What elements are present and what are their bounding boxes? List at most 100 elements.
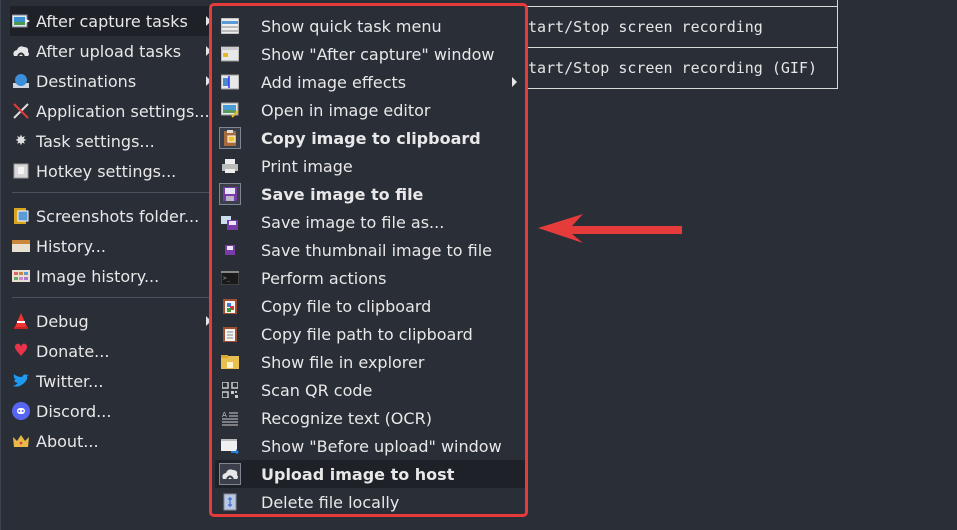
menu-item-discord[interactable]: Discord... xyxy=(10,396,215,426)
submenu-item-label: Copy file path to clipboard xyxy=(261,324,473,344)
menu-item-label: Destinations xyxy=(36,71,137,91)
menu-item-label: Debug xyxy=(36,311,89,331)
ocr-text-icon: A xyxy=(220,408,240,428)
submenu-item-save-image-to-file[interactable]: Save image to file xyxy=(215,180,525,208)
delete-file-icon xyxy=(220,492,240,512)
menu-item-about[interactable]: About... xyxy=(10,426,215,456)
submenu-item-label: Delete file locally xyxy=(261,492,400,512)
submenu-item-perform-actions[interactable]: >_ Perform actions xyxy=(215,264,525,292)
submenu-item-label: Scan QR code xyxy=(261,380,373,400)
menu-separator xyxy=(12,297,210,298)
submenu-item-recognize-text-ocr[interactable]: A Recognize text (OCR) xyxy=(215,404,525,432)
menu-item-label: Application settings... xyxy=(36,101,210,121)
submenu-item-label: Show file in explorer xyxy=(261,352,425,372)
floppy-disk-icon xyxy=(219,183,241,205)
submenu-item-label: Copy image to clipboard xyxy=(261,128,481,148)
submenu-item-label: Save thumbnail image to file xyxy=(261,240,493,260)
submenu-item-upload-image-to-host[interactable]: Upload image to host xyxy=(215,460,525,488)
qr-code-icon xyxy=(220,380,240,400)
submenu-item-label: Recognize text (OCR) xyxy=(261,408,432,428)
submenu-item-show-file-in-explorer[interactable]: Show file in explorer xyxy=(215,348,525,376)
keyboard-key-icon xyxy=(12,162,30,180)
submenu-item-label: Show "Before upload" window xyxy=(261,436,502,456)
menu-item-label: Donate... xyxy=(36,341,110,361)
menu-item-twitter[interactable]: Twitter... xyxy=(10,366,215,396)
submenu-item-label: Save image to file xyxy=(261,184,424,204)
image-arrow-icon xyxy=(12,12,30,30)
window-icon xyxy=(220,44,240,64)
submenu-item-label: Print image xyxy=(261,156,353,176)
image-history-icon xyxy=(12,267,30,285)
submenu-item-copy-image-to-clipboard[interactable]: Copy image to clipboard xyxy=(215,124,525,152)
image-effects-icon xyxy=(220,72,240,92)
traffic-cone-icon xyxy=(12,312,30,330)
submenu-item-label: Perform actions xyxy=(261,268,387,288)
menu-item-label: Task settings... xyxy=(36,131,155,151)
save-as-icon xyxy=(220,212,240,232)
twitter-bird-icon xyxy=(12,372,30,390)
menu-item-screenshots-folder[interactable]: Screenshots folder... xyxy=(10,201,215,231)
menu-item-label: After upload tasks xyxy=(36,41,182,61)
menu-item-hotkey-settings[interactable]: Hotkey settings... xyxy=(10,156,215,186)
svg-text:A: A xyxy=(222,411,227,419)
clipboard-image-icon xyxy=(219,127,241,149)
menu-item-task-settings[interactable]: ✸ Task settings... xyxy=(10,126,215,156)
annotation-arrow-icon xyxy=(538,214,682,243)
submenu-item-label: Show quick task menu xyxy=(261,16,442,36)
clipboard-list-icon xyxy=(220,324,240,344)
folder-open-icon xyxy=(220,352,240,372)
cloud-upload-icon xyxy=(219,463,241,485)
menu-item-label: Screenshots folder... xyxy=(36,206,200,226)
menu-item-application-settings[interactable]: Application settings... xyxy=(10,96,215,126)
heart-icon: ♥ xyxy=(13,341,29,361)
list-window-icon xyxy=(220,16,240,36)
menu-item-debug[interactable]: Debug xyxy=(10,306,215,336)
menu-item-after-capture-tasks[interactable]: After capture tasks xyxy=(10,6,215,36)
table-row[interactable]: Start/Stop screen recording xyxy=(515,7,837,48)
chevron-right-icon xyxy=(512,77,517,87)
menu-item-label: Image history... xyxy=(36,266,160,286)
table-row[interactable] xyxy=(515,0,837,7)
after-capture-tasks-submenu: Show quick task menu Show "After capture… xyxy=(209,3,528,517)
hotkey-table: Start/Stop screen recording Start/Stop s… xyxy=(515,0,838,89)
submenu-item-save-image-to-file-as[interactable]: Save image to file as... xyxy=(215,208,525,236)
menu-item-history[interactable]: History... xyxy=(10,231,215,261)
menu-item-label: Discord... xyxy=(36,401,112,421)
menu-item-image-history[interactable]: Image history... xyxy=(10,261,215,291)
submenu-item-show-after-capture-window[interactable]: Show "After capture" window xyxy=(215,40,525,68)
svg-text:>_: >_ xyxy=(223,275,231,282)
history-icon xyxy=(12,237,30,255)
tray-context-menu: After capture tasks After upload tasks D… xyxy=(0,0,215,530)
submenu-item-copy-file-path-to-clipboard[interactable]: Copy file path to clipboard xyxy=(215,320,525,348)
discord-icon xyxy=(12,402,30,420)
submenu-item-show-before-upload-window[interactable]: Show "Before upload" window xyxy=(215,432,525,460)
cloud-upload-icon xyxy=(12,42,30,60)
submenu-item-scan-qr-code[interactable]: Scan QR code xyxy=(215,376,525,404)
menu-item-destinations[interactable]: Destinations xyxy=(10,66,215,96)
menu-item-label: Hotkey settings... xyxy=(36,161,177,181)
menu-item-label: Twitter... xyxy=(36,371,104,391)
submenu-item-label: Show "After capture" window xyxy=(261,44,495,64)
terminal-icon: >_ xyxy=(220,268,240,288)
menu-item-label: About... xyxy=(36,431,99,451)
gear-icon: ✸ xyxy=(15,133,27,149)
globe-drive-icon xyxy=(12,72,30,90)
submenu-item-label: Open in image editor xyxy=(261,100,431,120)
submenu-item-open-in-image-editor[interactable]: Open in image editor xyxy=(215,96,525,124)
submenu-item-label: Add image effects xyxy=(261,72,407,92)
submenu-item-delete-file-locally[interactable]: Delete file locally xyxy=(215,488,525,516)
submenu-item-label: Copy file to clipboard xyxy=(261,296,432,316)
menu-item-donate[interactable]: ♥ Donate... xyxy=(10,336,215,366)
menu-separator xyxy=(12,192,210,193)
submenu-item-add-image-effects[interactable]: Add image effects xyxy=(215,68,525,96)
table-row[interactable]: Start/Stop screen recording (GIF) xyxy=(515,48,837,89)
submenu-item-print-image[interactable]: Print image xyxy=(215,152,525,180)
submenu-item-copy-file-to-clipboard[interactable]: Copy file to clipboard xyxy=(215,292,525,320)
menu-item-after-upload-tasks[interactable]: After upload tasks xyxy=(10,36,215,66)
submenu-item-save-thumbnail-image-to-file[interactable]: Save thumbnail image to file xyxy=(215,236,525,264)
submenu-item-show-quick-task-menu[interactable]: Show quick task menu xyxy=(215,12,525,40)
submenu-item-label: Save image to file as... xyxy=(261,212,445,232)
window-arrow-icon xyxy=(220,436,240,456)
menu-item-label: After capture tasks xyxy=(36,11,188,31)
image-edit-icon xyxy=(220,100,240,120)
